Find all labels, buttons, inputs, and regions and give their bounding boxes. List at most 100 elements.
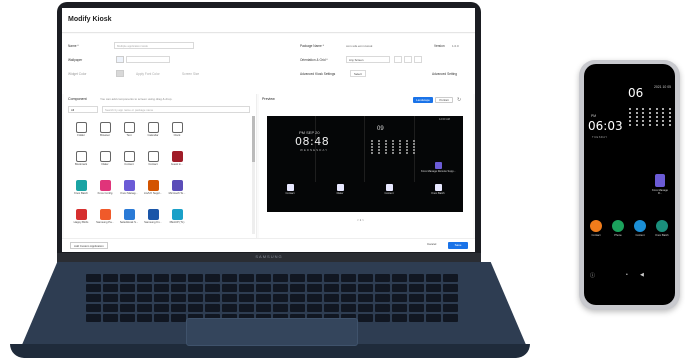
component-tile[interactable]: Contact bbox=[142, 149, 164, 177]
component-tile[interactable]: Selectkiosk S... bbox=[118, 207, 140, 235]
app-icon bbox=[286, 184, 294, 191]
keyboard-key bbox=[256, 294, 271, 302]
calendar-widget-day: 09 bbox=[377, 126, 384, 132]
grid-extra-input[interactable] bbox=[414, 56, 422, 63]
add-custom-application-button[interactable]: Add Custom Application bbox=[70, 242, 108, 249]
keyboard-key bbox=[426, 284, 441, 292]
keyboard-key bbox=[409, 314, 424, 322]
guest-icon bbox=[171, 151, 183, 162]
component-tile-label: Dialer bbox=[101, 163, 109, 166]
component-tile[interactable]: Browser bbox=[94, 120, 116, 148]
phone-app[interactable]: Contact bbox=[586, 220, 606, 237]
calendar-day-cell bbox=[399, 143, 401, 145]
component-tile[interactable]: PEAUP (TL) bbox=[166, 207, 188, 235]
component-tile[interactable]: LG/UX Suppl... bbox=[142, 178, 164, 206]
component-tile[interactable]: Knox Manag... bbox=[118, 178, 140, 206]
kiosk-settings-select-button[interactable]: Select bbox=[350, 70, 366, 77]
info-icon[interactable]: ⓘ bbox=[590, 272, 595, 279]
component-tile[interactable]: Bookmark bbox=[70, 149, 92, 177]
back-arrow-icon[interactable]: ◀ bbox=[640, 272, 644, 278]
calendar-day-cell bbox=[668, 112, 671, 114]
components-search-input[interactable]: Search by app name or package name bbox=[102, 106, 250, 113]
phone-app-label: Phone bbox=[614, 234, 622, 237]
components-filter-select[interactable]: All bbox=[68, 106, 98, 113]
component-tile[interactable]: Microsoft Te... bbox=[166, 178, 188, 206]
component-tile[interactable]: Guest lo... bbox=[166, 149, 188, 177]
keyboard-key bbox=[154, 304, 169, 312]
preview-app[interactable]: Dialer bbox=[323, 184, 357, 195]
calendar-day-cell bbox=[642, 112, 645, 114]
apply-font-color-checkbox[interactable]: Apply Font Color bbox=[136, 72, 160, 76]
content-icon bbox=[123, 151, 135, 162]
save-button[interactable]: Save bbox=[448, 242, 468, 249]
portrait-button[interactable]: Portrait bbox=[435, 97, 453, 103]
orientation-select[interactable]: Any Screen bbox=[346, 56, 390, 63]
calendar-day-cell bbox=[648, 116, 651, 118]
wallpaper-swatch[interactable] bbox=[116, 56, 124, 63]
cancel-button[interactable]: Cancel bbox=[427, 242, 436, 246]
component-tile[interactable]: Knox Config bbox=[94, 178, 116, 206]
preview-app[interactable]: Contact bbox=[273, 184, 307, 195]
grid-rows-input[interactable] bbox=[404, 56, 412, 63]
wallpaper-grid[interactable] bbox=[126, 56, 170, 63]
phone-app[interactable]: Knox Batch bbox=[652, 220, 672, 237]
calendar-day-cell bbox=[406, 149, 408, 151]
components-description: You can add components to screen using d… bbox=[100, 97, 173, 101]
scroll-thumb[interactable] bbox=[252, 116, 255, 162]
phone-knox-manage-app[interactable]: Knox Manage R... bbox=[650, 174, 670, 195]
preview-pager[interactable]: < 1 > bbox=[357, 218, 364, 222]
calendar-day-cell bbox=[392, 146, 394, 148]
preview-title: Preview bbox=[262, 97, 275, 101]
components-scrollbar[interactable] bbox=[252, 116, 255, 234]
widget-color-swatch[interactable] bbox=[116, 70, 124, 77]
keyboard-key bbox=[341, 284, 356, 292]
component-tile[interactable]: Samsung Pa... bbox=[94, 207, 116, 235]
component-tile-label: Calendar bbox=[147, 134, 159, 137]
landscape-button[interactable]: Landscape bbox=[413, 97, 433, 103]
component-tile[interactable]: Text bbox=[118, 120, 140, 148]
preview-app[interactable]: Content bbox=[372, 184, 406, 195]
keyboard-key bbox=[239, 294, 254, 302]
preview-app[interactable]: Knox Manage Remote Supp... bbox=[421, 162, 456, 173]
component-tile[interactable]: Content bbox=[118, 149, 140, 177]
keyboard-key bbox=[171, 314, 186, 322]
contact-icon bbox=[147, 151, 159, 162]
phone-app[interactable]: Phone bbox=[608, 220, 628, 237]
phone-date: 2021 10 05 bbox=[654, 85, 671, 89]
component-tile[interactable]: Dialer bbox=[94, 149, 116, 177]
calendar-day-cell bbox=[385, 143, 387, 145]
phone-calendar-grid bbox=[628, 108, 672, 126]
grid-cols-input[interactable] bbox=[394, 56, 402, 63]
component-tile-label: Selectkiosk S... bbox=[119, 221, 139, 224]
keyboard-key bbox=[443, 304, 458, 312]
component-tile[interactable]: Happy Birds bbox=[70, 207, 92, 235]
keyboard-key bbox=[392, 314, 407, 322]
package-label: Package Name * bbox=[300, 44, 324, 48]
folder-icon bbox=[75, 122, 87, 133]
product-showcase: SAMSUNG Modify Kiosk Name * Multiple app… bbox=[0, 0, 685, 363]
package-value: com.sds.emm.kiosk bbox=[346, 44, 373, 48]
device-status: 12:00 AM bbox=[439, 118, 450, 121]
calendar-day-cell bbox=[399, 152, 401, 154]
component-tile[interactable]: Samsung Kn... bbox=[142, 207, 164, 235]
name-input[interactable]: Multiple application kiosk bbox=[114, 42, 194, 49]
app-icon bbox=[99, 209, 111, 220]
keyboard-key bbox=[358, 314, 373, 322]
calendar-icon bbox=[147, 122, 159, 133]
component-tile[interactable]: Folder bbox=[70, 120, 92, 148]
component-tile[interactable]: Calendar bbox=[142, 120, 164, 148]
home-dot-icon[interactable]: • bbox=[626, 272, 628, 278]
calendar-day-cell bbox=[648, 124, 651, 126]
component-tile[interactable]: Clock bbox=[166, 120, 188, 148]
component-tile[interactable]: Knox Batch bbox=[70, 178, 92, 206]
phone-app[interactable]: Content bbox=[630, 220, 650, 237]
calendar-day-cell bbox=[668, 116, 671, 118]
refresh-icon[interactable]: ↻ bbox=[457, 97, 461, 103]
calendar-day-cell bbox=[642, 124, 645, 126]
calendar-day-cell bbox=[655, 108, 658, 110]
preview-app[interactable]: Knox Batch bbox=[421, 184, 455, 195]
advanced-setting-link[interactable]: Advanced Setting bbox=[432, 72, 457, 76]
keyboard-key bbox=[86, 284, 101, 292]
screen-size-checkbox[interactable]: Screen Size bbox=[182, 72, 199, 76]
phone-app-label: Knox Batch bbox=[655, 234, 669, 237]
